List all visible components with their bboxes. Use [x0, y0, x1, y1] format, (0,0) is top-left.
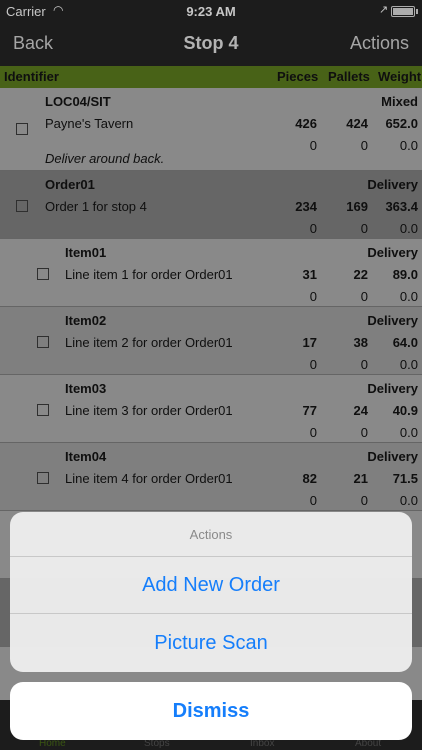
dismiss-button[interactable]: Dismiss [10, 682, 412, 740]
picture-scan-button[interactable]: Picture Scan [10, 615, 412, 672]
action-sheet: Actions Add New Order Picture Scan [10, 512, 412, 672]
add-new-order-button[interactable]: Add New Order [10, 557, 412, 614]
action-sheet-title: Actions [10, 512, 412, 557]
